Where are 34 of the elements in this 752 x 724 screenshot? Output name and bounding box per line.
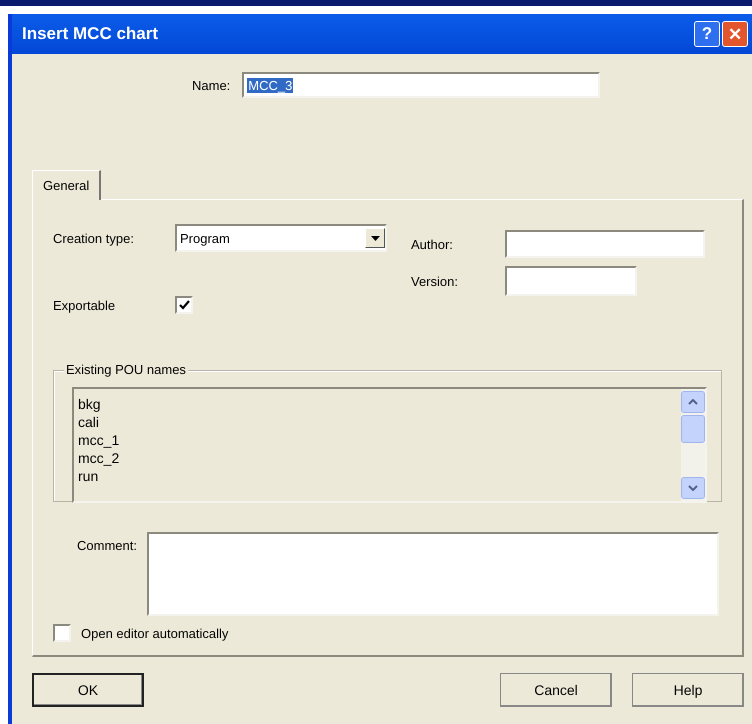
list-item[interactable]: mcc_2 — [78, 449, 677, 467]
check-icon — [178, 300, 190, 310]
pou-list[interactable]: bkg cali mcc_1 mcc_2 run — [72, 387, 707, 503]
help-button[interactable]: ? — [694, 21, 720, 47]
open-editor-label: Open editor automatically — [81, 626, 228, 640]
dialog-button[interactable]: Help — [632, 673, 744, 707]
author-label: Author: — [411, 236, 454, 252]
window-title: Insert MCC chart — [22, 24, 160, 44]
dialog-button[interactable]: Cancel — [500, 673, 612, 707]
comment-field[interactable] — [146, 532, 719, 616]
checkbox[interactable] — [175, 296, 193, 314]
tab[interactable]: General — [32, 170, 102, 200]
list-item[interactable]: run — [78, 467, 677, 485]
list-item[interactable]: cali — [78, 413, 677, 431]
name-field[interactable]: MCC_3 — [242, 72, 600, 98]
dropdown-caret-icon[interactable] — [365, 228, 385, 248]
creation-type-label: Creation type: — [53, 230, 135, 246]
close-button[interactable]: ✕ — [722, 21, 748, 47]
name-label: Name: — [192, 78, 230, 92]
scrollbar[interactable] — [681, 389, 705, 501]
dialog-button[interactable]: OK — [32, 673, 144, 707]
author-field[interactable] — [505, 230, 705, 258]
creation-type-dropdown[interactable]: Program — [175, 224, 387, 252]
scroll-up-icon[interactable] — [681, 391, 705, 413]
exportable-label: Exportable — [53, 298, 116, 312]
list-item[interactable]: mcc_1 — [78, 431, 677, 449]
scroll-thumb[interactable] — [681, 415, 705, 443]
version-field[interactable] — [505, 266, 637, 296]
scroll-down-icon[interactable] — [681, 477, 705, 499]
checkbox[interactable] — [53, 624, 71, 642]
version-label: Version: — [411, 274, 459, 288]
comment-label: Comment: — [77, 538, 137, 553]
list-item[interactable]: bkg — [78, 395, 677, 413]
group-title: Existing POU names — [64, 362, 188, 377]
